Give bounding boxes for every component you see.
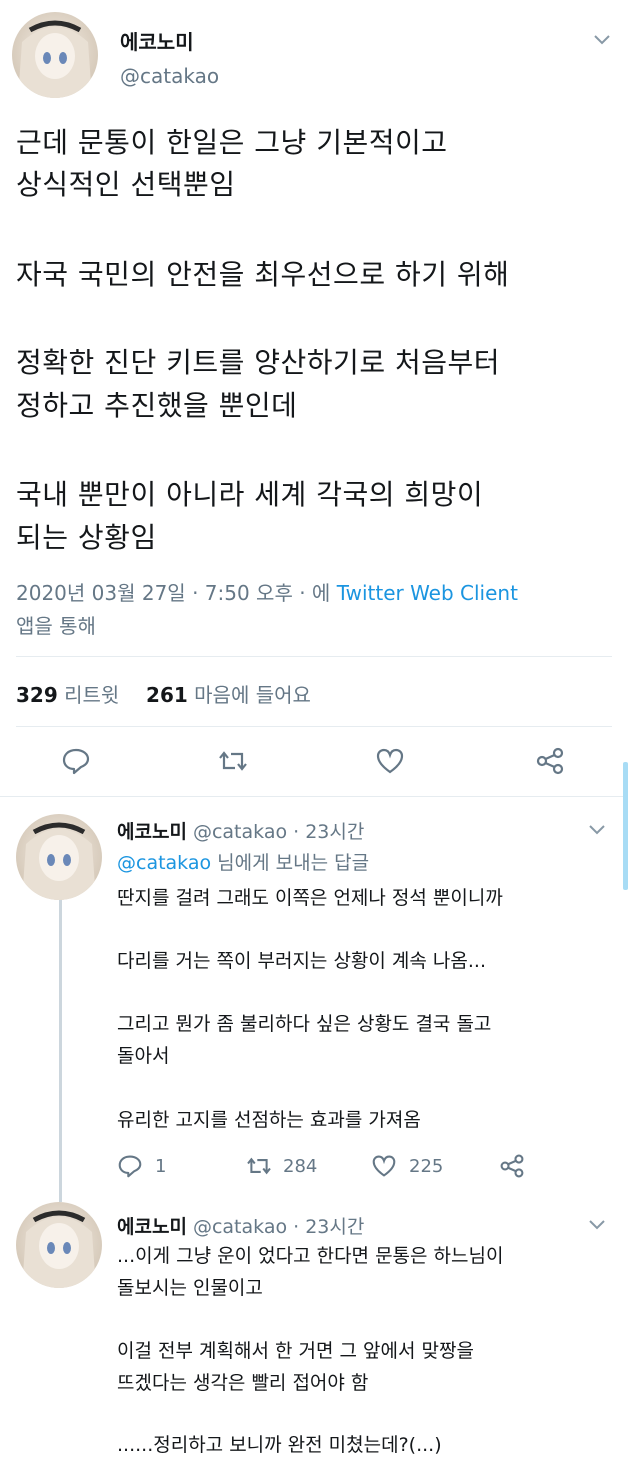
retweet-stat[interactable]: 329 리트윗 <box>16 683 119 707</box>
like-icon[interactable] <box>372 744 408 778</box>
reply-icon <box>117 1154 143 1178</box>
divider <box>16 726 612 727</box>
reply-header: 에코노미 @catakao · 23시간 <box>117 817 364 844</box>
chevron-down-icon[interactable] <box>588 26 616 54</box>
tweet-timestamp-line: 2020년 03월 27일 · 7:50 오후 · 에 Twitter Web … <box>16 577 518 606</box>
reply-header: 에코노미 @catakao · 23시간 <box>117 1212 364 1239</box>
author-handle[interactable]: @catakao <box>193 821 287 843</box>
reply-text-line: 뜨겠다는 생각은 빨리 접어야 함 <box>117 1372 369 1394</box>
like-count: 225 <box>409 1155 444 1177</box>
avatar[interactable] <box>16 1202 102 1288</box>
retweet-button[interactable]: 284 <box>245 1152 317 1180</box>
reply-time[interactable]: · 23시간 <box>293 1216 364 1238</box>
reply-text-line: 돌아서 <box>117 1045 170 1067</box>
thread-line <box>59 890 62 1202</box>
retweet-label: 리트윗 <box>64 683 120 707</box>
author-name[interactable]: 에코노미 <box>117 821 187 843</box>
tweet-text-line: 근데 문통이 한일은 그냥 기본적이고 <box>16 126 448 159</box>
tweet-text-line: 정하고 추진했을 뿐인데 <box>16 389 298 422</box>
reply-time[interactable]: · 23시간 <box>293 821 364 843</box>
tweet-text-line: 국내 뿐만이 아니라 세계 각국의 희망이 <box>16 478 484 511</box>
like-stat[interactable]: 261 마음에 들어요 <box>146 683 311 707</box>
reply-to-handle[interactable]: @catakao <box>117 852 211 874</box>
tweet-text-line: 상식적인 선택뿐임 <box>16 168 236 201</box>
chevron-down-icon[interactable] <box>584 1213 610 1237</box>
replying-to: @catakao 님에게 보내는 답글 <box>117 848 369 875</box>
client-suffix: 앱을 통해 <box>16 614 96 638</box>
like-icon <box>371 1154 397 1178</box>
scrollbar[interactable] <box>623 762 628 890</box>
retweet-count: 284 <box>283 1155 318 1177</box>
reply-text-line: 이걸 전부 계획해서 한 거면 그 앞에서 맞짱을 <box>117 1340 474 1362</box>
tweet-stats: 329 리트윗 261 마음에 들어요 <box>16 679 311 708</box>
reply-text-line: 다리를 거는 쪽이 부러지는 상황이 계속 나옴... <box>117 950 486 972</box>
author-handle[interactable]: @catakao <box>120 64 219 88</box>
tweet-text-line: 자국 국민의 안전을 최우선으로 하기 위해 <box>16 258 510 291</box>
avatar[interactable] <box>16 814 102 900</box>
reply-text-line: ...이게 그냥 운이 었다고 한다면 문통은 하느님이 <box>117 1245 504 1267</box>
chevron-down-icon[interactable] <box>584 818 610 842</box>
share-icon[interactable] <box>532 744 568 778</box>
tweet-timestamp[interactable]: 2020년 03월 27일 · 7:50 오후 · 에 <box>16 581 330 605</box>
retweet-icon[interactable] <box>215 744 251 778</box>
reply-text-line: ......정리하고 보니까 완전 미쳤는데?(...) <box>117 1434 442 1456</box>
like-button[interactable]: 225 <box>371 1152 443 1180</box>
tweet-text-line: 정확한 진단 키트를 양산하기로 처음부터 <box>16 346 501 379</box>
author-name[interactable]: 에코노미 <box>117 1216 187 1238</box>
avatar[interactable] <box>12 12 98 98</box>
reply-text-line: 돌보시는 인물이고 <box>117 1277 263 1299</box>
retweet-icon <box>245 1155 273 1177</box>
author-name[interactable]: 에코노미 <box>120 26 194 55</box>
like-label: 마음에 들어요 <box>194 683 311 707</box>
divider <box>16 656 612 657</box>
reply-text-line: 유리한 고지를 선점하는 효과를 가져옴 <box>117 1109 421 1131</box>
reply-count: 1 <box>155 1155 167 1177</box>
divider <box>0 796 628 797</box>
retweet-count: 329 <box>16 683 58 707</box>
reply-icon[interactable] <box>58 744 94 778</box>
reply-text-line: 딴지를 걸려 그래도 이쪽은 언제나 정석 뿐이니까 <box>117 887 503 909</box>
author-handle[interactable]: @catakao <box>193 1216 287 1238</box>
reply-text-line: 그리고 뭔가 좀 불리하다 싶은 상황도 결국 돌고 <box>117 1013 492 1035</box>
reply-to-suffix: 님에게 보내는 답글 <box>217 852 370 874</box>
tweet-text-line: 되는 상황임 <box>16 521 157 554</box>
client-link[interactable]: Twitter Web Client <box>337 581 518 605</box>
like-count: 261 <box>146 683 188 707</box>
reply-button[interactable]: 1 <box>117 1152 166 1180</box>
share-icon[interactable] <box>497 1152 527 1180</box>
